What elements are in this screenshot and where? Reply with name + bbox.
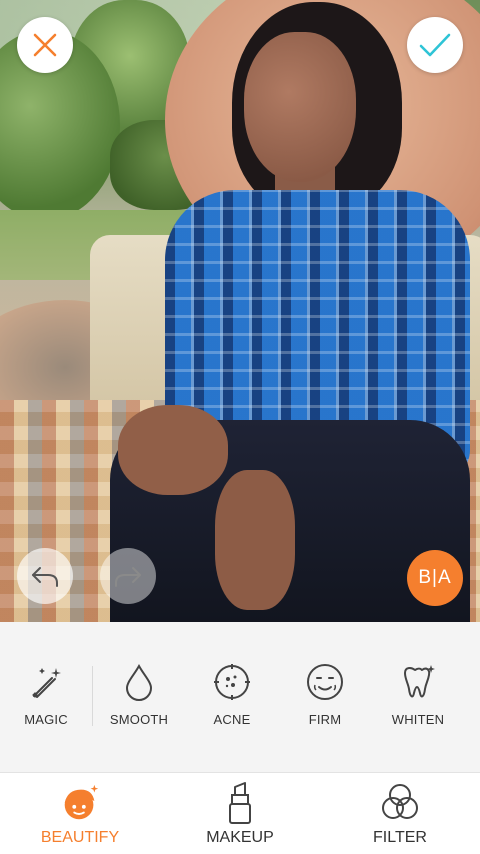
compare-label: B|A [418,567,452,588]
tool-smooth[interactable]: SMOOTH [93,662,185,732]
check-icon [419,33,451,57]
tool-acne[interactable]: ACNE [186,662,278,732]
face-icon [305,662,345,702]
confirm-button[interactable] [407,17,463,73]
bottom-navigation: BEAUTIFY MAKEUP FILTER [0,772,480,854]
magic-wand-icon [26,662,66,702]
beautify-icon [58,781,102,825]
tab-filter[interactable]: FILTER [320,781,480,851]
tooth-icon [398,662,438,702]
photo-canvas [0,0,480,622]
acne-target-icon [212,662,252,702]
tool-label: WHITEN [391,712,445,727]
before-after-compare-button[interactable]: B|A [407,550,463,606]
tab-label: MAKEUP [206,829,274,846]
close-icon [33,33,57,57]
tool-label: ACNE [213,712,251,727]
tool-firm[interactable]: FIRM [279,662,371,732]
redo-icon [115,567,141,587]
undo-button[interactable] [17,548,73,604]
tab-beautify[interactable]: BEAUTIFY [0,781,160,851]
tab-label: BEAUTIFY [40,829,120,846]
tool-label: SMOOTH [109,712,169,727]
tool-label: FIRM [308,712,342,727]
droplet-icon [119,662,159,702]
beautify-tools-panel: MAGIC SMOOTH ACNE FIRM WHITEN [0,622,480,772]
undo-icon [32,567,58,587]
redo-button[interactable] [100,548,156,604]
lipstick-icon [218,781,262,825]
tab-label: FILTER [373,829,427,846]
filter-circles-icon [378,781,422,825]
close-button[interactable] [17,17,73,73]
tool-label: MAGIC [24,712,68,727]
tool-whiten[interactable]: WHITEN [372,662,464,732]
tool-magic[interactable]: MAGIC [0,662,92,732]
tab-makeup[interactable]: MAKEUP [160,781,320,851]
